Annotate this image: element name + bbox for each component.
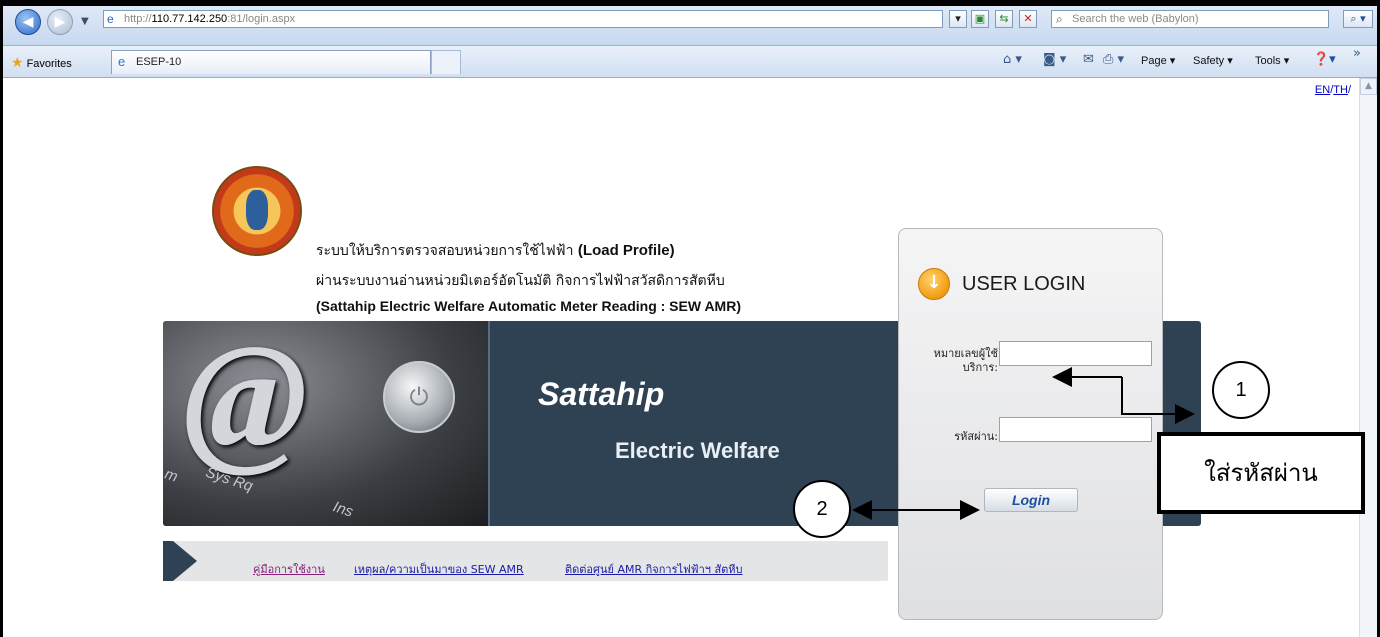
home-icon[interactable]: ⌂ ▾ <box>1003 52 1022 67</box>
url-prefix: http:// <box>124 13 152 25</box>
favorites-label: Favorites <box>26 58 72 70</box>
lang-separator-2: / <box>1347 84 1351 96</box>
tab-toolbar: ★ Favorites e ESEP-10 ⌂ ▾ ◙ ▾ ✉ ⎙ ▾ Page ▾… <box>3 46 1377 78</box>
seahorse-emblem <box>246 190 268 230</box>
vertical-scrollbar[interactable]: ▲ <box>1359 78 1377 637</box>
new-tab-button[interactable] <box>431 50 461 74</box>
tab-title: ESEP-10 <box>136 56 182 68</box>
banner-photo: @ ⏻ Sys Rq Ins m <box>163 321 488 526</box>
search-go-button[interactable]: ⌕ ▾ <box>1343 10 1373 28</box>
chevron-right-icon <box>173 541 197 581</box>
password-label: รหัสผ่าน: <box>954 430 998 443</box>
url-host: 110.77.142.250 <box>151 13 228 25</box>
annotation-marker-2: 2 <box>793 480 851 538</box>
feeds-icon[interactable]: ◙ ▾ <box>1043 52 1066 67</box>
favorites-button[interactable]: ★ Favorites <box>11 54 72 71</box>
login-arrow-icon: ↓ <box>918 268 950 300</box>
username-label-line-2: บริการ: <box>962 361 998 374</box>
login-button[interactable]: Login <box>984 488 1078 512</box>
page-menu[interactable]: Page ▾ <box>1141 54 1175 67</box>
link-bar-accent <box>163 541 173 581</box>
lang-th-link[interactable]: TH <box>1333 84 1348 96</box>
banner-divider <box>488 321 490 526</box>
header-line-1-en: (Load Profile) <box>577 242 675 259</box>
history-dropdown-icon[interactable]: ▼ <box>81 16 89 27</box>
contact-amr-link[interactable]: ติดต่อศูนย์ AMR กิจการไฟฟ้าฯ สัตหีบ <box>565 560 743 578</box>
search-input[interactable]: ⌕ Search the web (Babylon) <box>1051 10 1329 28</box>
annotation-marker-1: 1 <box>1212 361 1270 419</box>
lang-en-link[interactable]: EN <box>1315 84 1330 96</box>
about-sew-amr-link[interactable]: เหตุผล/ความเป็นมาของ SEW AMR <box>354 560 524 578</box>
scroll-up-icon[interactable]: ▲ <box>1360 78 1377 95</box>
power-icon: ⏻ <box>383 361 455 433</box>
manual-link[interactable]: คู่มือการใช้งาน <box>253 560 325 578</box>
mail-icon[interactable]: ✉ <box>1083 52 1094 67</box>
username-label: หมายเลขผู้ใช้ บริการ: <box>910 347 998 375</box>
login-title: USER LOGIN <box>962 273 1086 295</box>
annotation-callout: ใส่รหัสผ่าน <box>1157 432 1365 514</box>
compatibility-icon[interactable]: ▣ <box>971 10 989 28</box>
forward-button[interactable]: ▶ <box>47 9 73 35</box>
header-line-1: ระบบให้บริการตรวจสอบหน่วยการใช้ไฟฟ้า (Lo… <box>316 240 675 262</box>
tab-esep[interactable]: e ESEP-10 <box>111 50 431 74</box>
search-icon: ⌕ <box>1056 12 1063 26</box>
language-switcher: EN/TH/ <box>1315 84 1351 96</box>
address-toolbar: ◀ ▶ ▼ e http://110.77.142.250:81/login.a… <box>3 6 1377 46</box>
tools-menu[interactable]: Tools ▾ <box>1255 54 1289 67</box>
password-input[interactable] <box>999 417 1152 442</box>
star-icon: ★ <box>11 54 24 70</box>
header-line-1-th: ระบบให้บริการตรวจสอบหน่วยการใช้ไฟฟ้า <box>316 243 578 259</box>
username-input[interactable] <box>999 341 1152 366</box>
key-ins: Ins <box>330 498 356 521</box>
stop-icon[interactable]: ✕ <box>1019 10 1037 28</box>
print-icon[interactable]: ⎙ ▾ <box>1103 52 1124 67</box>
banner-title: Sattahip <box>538 376 665 412</box>
more-chevron-icon[interactable]: » <box>1353 46 1361 61</box>
ie-tab-icon: e <box>118 54 126 69</box>
search-placeholder: Search the web (Babylon) <box>1072 13 1199 25</box>
username-label-line-1: หมายเลขผู้ใช้ <box>933 347 998 360</box>
header-line-2: ผ่านระบบงานอ่านหน่วยมิเตอร์อัตโนมัติ กิจ… <box>316 273 725 289</box>
ie-page-icon: e <box>107 12 114 26</box>
refresh-icon[interactable]: ⇆ <box>995 10 1013 28</box>
url-dropdown-icon[interactable]: ▾ <box>949 10 967 28</box>
safety-menu[interactable]: Safety ▾ <box>1193 54 1233 67</box>
sattahip-logo <box>212 166 302 256</box>
header-line-3: (Sattahip Electric Welfare Automatic Met… <box>316 298 741 314</box>
url-input[interactable]: e http://110.77.142.250:81/login.aspx <box>103 10 943 28</box>
help-icon[interactable]: ❓▾ <box>1313 52 1336 67</box>
at-sign-key: @ <box>183 321 308 480</box>
back-button[interactable]: ◀ <box>15 9 41 35</box>
url-rest: :81/login.aspx <box>227 13 296 25</box>
banner-subtitle: Electric Welfare <box>615 438 780 463</box>
key-m: m <box>163 465 180 486</box>
